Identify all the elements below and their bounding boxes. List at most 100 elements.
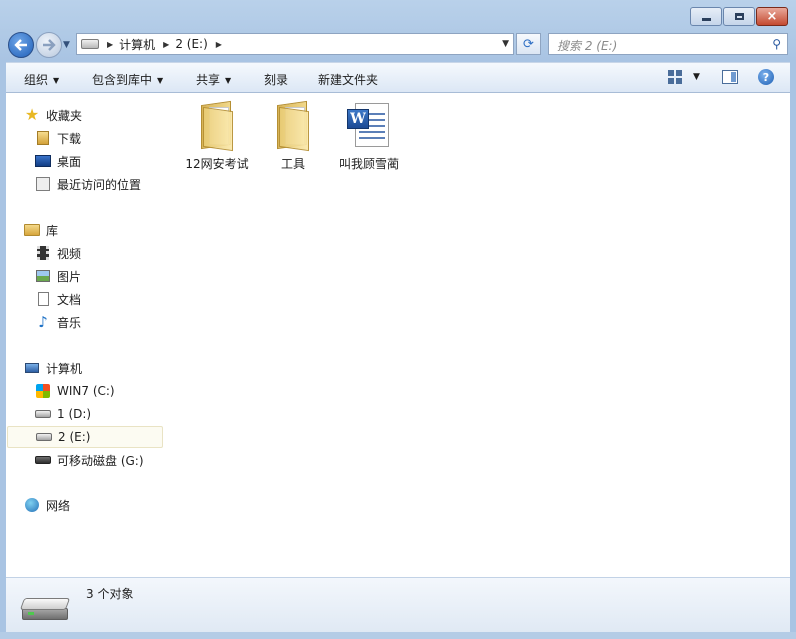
sidebar-item-downloads[interactable]: 下载 bbox=[35, 127, 165, 149]
sidebar-item-drive-e[interactable]: 2 (E:) bbox=[7, 426, 163, 448]
command-bar: 组织 ▼ 包含到库中 ▼ 共享 ▼ 刻录 新建文件夹 ▼ ? bbox=[6, 62, 790, 93]
forward-button[interactable] bbox=[36, 32, 62, 58]
view-options-dropdown-icon[interactable]: ▼ bbox=[693, 72, 700, 82]
sidebar-item-music[interactable]: ♪ 音乐 bbox=[35, 311, 165, 333]
word-document-icon: W bbox=[347, 103, 391, 149]
minimize-icon bbox=[701, 18, 711, 21]
sidebar-item-drive-c[interactable]: WIN7 (C:) bbox=[35, 380, 165, 402]
sidebar-item-label: 2 (E:) bbox=[58, 430, 91, 444]
maximize-icon bbox=[734, 13, 744, 20]
change-view-icon[interactable] bbox=[668, 70, 682, 84]
refresh-icon: ⟳ bbox=[523, 36, 534, 52]
navigation-pane: ★ 收藏夹 下载 桌面 最近访问的位置 库 视频 图片 文档 ♪ 音乐 计算机 … bbox=[6, 93, 165, 577]
file-item-label: 工具 bbox=[280, 157, 305, 171]
window-bottom-frame bbox=[0, 632, 796, 639]
drive-icon bbox=[35, 406, 51, 422]
item-count-status: 3 个对象 bbox=[86, 587, 134, 601]
chevron-down-icon: ▼ bbox=[225, 76, 232, 85]
new-folder-button[interactable]: 新建文件夹 bbox=[318, 71, 378, 88]
sidebar-item-label: 视频 bbox=[57, 246, 82, 261]
sidebar-item-videos[interactable]: 视频 bbox=[35, 242, 165, 264]
title-bar: × bbox=[0, 0, 796, 30]
file-list: 12网安考试 工具 W 叫我顾雪蔺 bbox=[165, 93, 790, 577]
explorer-window: × ▼ ▶ 计算机 ▶ 2 (E:) ▶ ▼ ⟳ 搜索 2 (E:) ⚲ 组织 ▼ bbox=[0, 0, 796, 639]
video-icon bbox=[35, 245, 51, 261]
sidebar-item-recent-places[interactable]: 最近访问的位置 bbox=[35, 173, 165, 195]
address-bar[interactable]: ▶ 计算机 ▶ 2 (E:) ▶ ▼ bbox=[76, 33, 514, 55]
include-in-library-button[interactable]: 包含到库中 ▼ bbox=[92, 71, 163, 88]
sidebar-computer[interactable]: 计算机 bbox=[24, 357, 165, 379]
file-item-document[interactable]: W 叫我顾雪蔺 bbox=[330, 103, 408, 172]
share-button[interactable]: 共享 ▼ bbox=[196, 71, 231, 88]
network-icon bbox=[24, 497, 40, 513]
share-label: 共享 bbox=[196, 73, 221, 87]
sidebar-item-label: 1 (D:) bbox=[57, 407, 92, 421]
chevron-right-icon[interactable]: ▶ bbox=[216, 40, 222, 49]
sidebar-libraries[interactable]: 库 bbox=[24, 219, 165, 241]
close-button[interactable]: × bbox=[756, 7, 788, 26]
preview-pane-icon[interactable] bbox=[722, 70, 738, 84]
document-icon bbox=[35, 291, 51, 307]
drive-icon bbox=[36, 429, 52, 445]
sidebar-item-label: 可移动磁盘 (G:) bbox=[57, 453, 144, 468]
sidebar-item-label: WIN7 (C:) bbox=[57, 384, 115, 398]
sidebar-item-label: 下载 bbox=[57, 131, 82, 146]
removable-drive-icon bbox=[35, 452, 51, 468]
breadcrumb-computer[interactable]: 计算机 bbox=[119, 36, 155, 53]
file-item-folder[interactable]: 工具 bbox=[254, 100, 332, 172]
file-item-label: 12网安考试 bbox=[185, 157, 249, 171]
search-icon[interactable]: ⚲ bbox=[772, 37, 781, 51]
drive-icon bbox=[19, 598, 71, 622]
include-in-library-label: 包含到库中 bbox=[92, 73, 153, 87]
refresh-button[interactable]: ⟳ bbox=[516, 33, 541, 55]
sidebar-item-label: 文档 bbox=[57, 292, 82, 307]
navigation-row: ▼ ▶ 计算机 ▶ 2 (E:) ▶ ▼ ⟳ 搜索 2 (E:) ⚲ bbox=[0, 30, 796, 60]
sidebar-item-label: 最近访问的位置 bbox=[57, 177, 142, 192]
chevron-right-icon[interactable]: ▶ bbox=[163, 40, 169, 49]
folder-icon bbox=[275, 100, 311, 152]
file-item-folder[interactable]: 12网安考试 bbox=[178, 100, 256, 172]
address-dropdown-icon[interactable]: ▼ bbox=[502, 39, 509, 49]
caption-buttons: × bbox=[690, 7, 788, 26]
sidebar-item-pictures[interactable]: 图片 bbox=[35, 265, 165, 287]
sidebar-item-documents[interactable]: 文档 bbox=[35, 288, 165, 310]
drive-icon bbox=[81, 39, 99, 49]
desktop-icon bbox=[35, 153, 51, 169]
chevron-down-icon: ▼ bbox=[53, 76, 60, 85]
chevron-right-icon[interactable]: ▶ bbox=[107, 40, 113, 49]
close-icon: × bbox=[766, 9, 778, 24]
library-icon bbox=[24, 222, 40, 238]
sidebar-network[interactable]: 网络 bbox=[24, 494, 165, 516]
arrow-right-icon bbox=[43, 39, 56, 51]
sidebar-libraries-label: 库 bbox=[46, 223, 59, 238]
sidebar-item-drive-g[interactable]: 可移动磁盘 (G:) bbox=[35, 449, 165, 471]
sidebar-item-drive-d[interactable]: 1 (D:) bbox=[35, 403, 165, 425]
breadcrumb-drive-e[interactable]: 2 (E:) bbox=[175, 37, 207, 51]
chevron-down-icon: ▼ bbox=[157, 76, 164, 85]
sidebar-item-label: 音乐 bbox=[57, 315, 82, 330]
sidebar-item-label: 桌面 bbox=[57, 154, 82, 169]
minimize-button[interactable] bbox=[690, 7, 722, 26]
picture-icon bbox=[35, 268, 51, 284]
organize-label: 组织 bbox=[24, 73, 49, 87]
windows-drive-icon bbox=[35, 383, 51, 399]
organize-button[interactable]: 组织 ▼ bbox=[24, 71, 59, 88]
folder-icon bbox=[199, 100, 235, 152]
details-pane: 3 个对象 bbox=[6, 577, 790, 632]
search-input[interactable]: 搜索 2 (E:) bbox=[557, 37, 617, 54]
recent-places-icon bbox=[35, 176, 51, 192]
back-button[interactable] bbox=[8, 32, 34, 58]
sidebar-item-desktop[interactable]: 桌面 bbox=[35, 150, 165, 172]
music-note-icon: ♪ bbox=[38, 313, 48, 331]
arrow-left-icon bbox=[14, 39, 27, 51]
maximize-button[interactable] bbox=[723, 7, 755, 26]
sidebar-favorites[interactable]: ★ 收藏夹 bbox=[24, 104, 165, 126]
help-icon[interactable]: ? bbox=[758, 69, 774, 85]
sidebar-network-label: 网络 bbox=[46, 498, 71, 513]
download-folder-icon bbox=[35, 130, 51, 146]
sidebar-computer-label: 计算机 bbox=[46, 361, 83, 376]
sidebar-item-label: 图片 bbox=[57, 269, 82, 284]
burn-button[interactable]: 刻录 bbox=[264, 71, 288, 88]
recent-pages-dropdown[interactable]: ▼ bbox=[63, 40, 73, 50]
search-box[interactable]: 搜索 2 (E:) ⚲ bbox=[548, 33, 788, 55]
